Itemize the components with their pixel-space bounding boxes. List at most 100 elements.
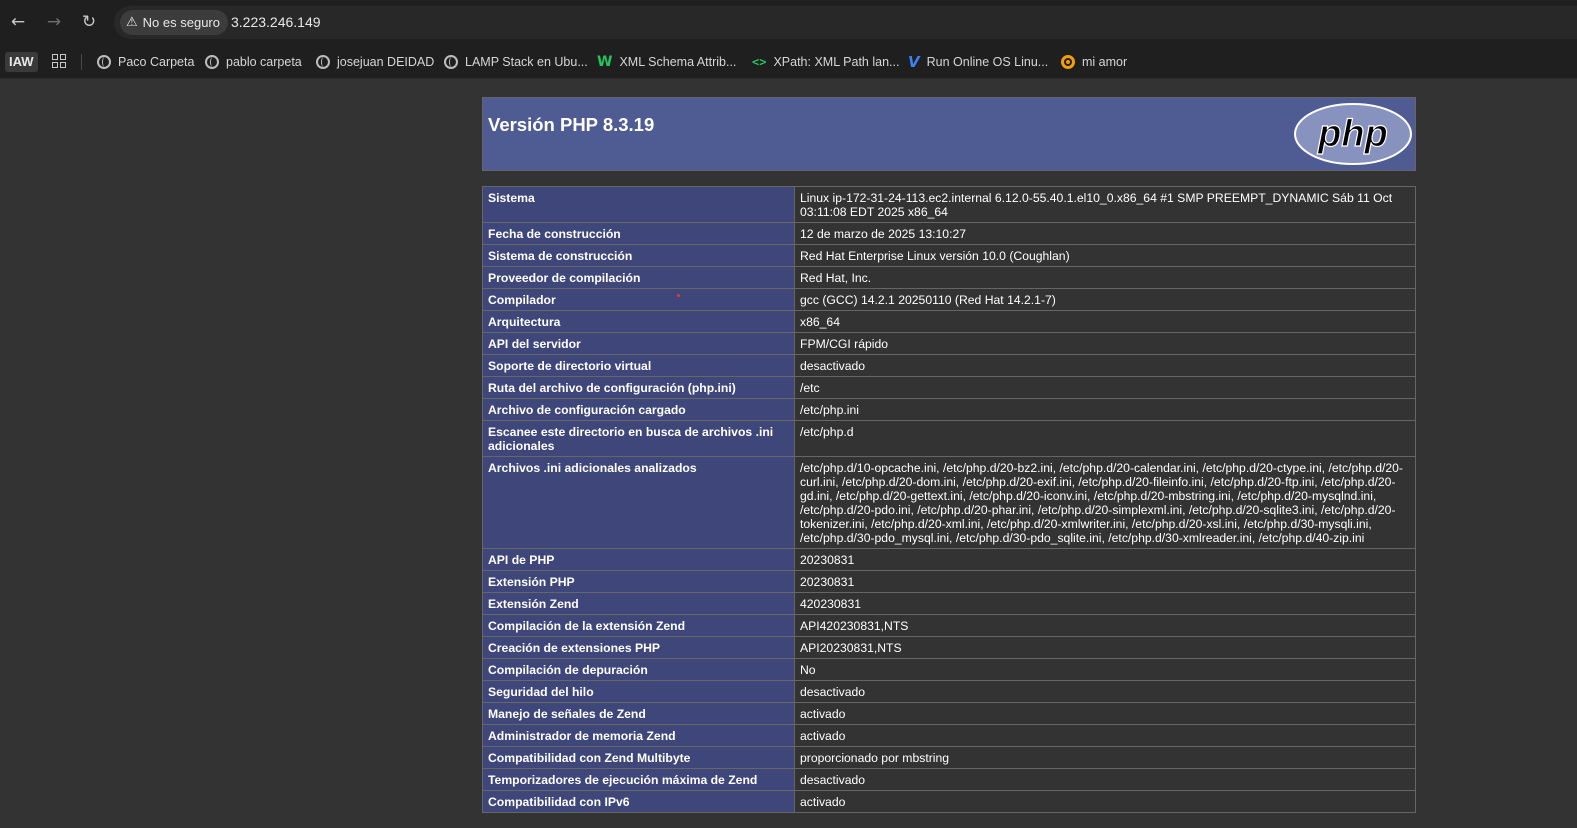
row-key: API del servidor (482, 332, 795, 355)
address-bar[interactable]: ⚠ No es seguro 3.223.246.149 (114, 6, 1577, 39)
row-value: activado (794, 724, 1416, 747)
phpinfo-table: Sistema Linux ip-172-31-24-113.ec2.intern… (482, 186, 1416, 813)
bookmark-item[interactable]: W XML Schema Attrib... (597, 52, 736, 71)
bookmark-label: Paco Carpeta (118, 54, 195, 69)
table-row: Creación de extensiones PHP API20230831,N… (482, 636, 1416, 659)
row-key: Escanee este directorio en busca de arch… (482, 420, 795, 457)
globe-icon (205, 54, 219, 69)
bookmark-item[interactable]: V Run Online OS Linu... (908, 52, 1048, 71)
table-row: Compilación de depuración No (482, 658, 1416, 681)
php-version-header: Versión PHP 8.3.19 php (482, 97, 1416, 171)
bookmarks-bar: IAW Paco Carpeta pablo carpeta josejuan … (0, 44, 1577, 79)
table-row: Escanee este directorio en busca de arch… (482, 420, 1416, 457)
table-row: Extensión Zend 420230831 (482, 592, 1416, 615)
table-row: Sistema Linux ip-172-31-24-113.ec2.intern… (482, 186, 1416, 223)
table-row: Administrador de memoria Zend activado (482, 724, 1416, 747)
page-content: Versión PHP 8.3.19 php Sistema Linux ip-1… (0, 80, 1577, 828)
ring-icon (1061, 54, 1075, 69)
row-value: /etc/php.d (794, 420, 1416, 457)
row-value: desactivado (794, 768, 1416, 791)
security-label: No es seguro (142, 15, 220, 30)
bookmark-item[interactable]: LAMP Stack en Ubu... (444, 52, 588, 71)
table-row: Compatibilidad con Zend Multibyte proporc… (482, 746, 1416, 769)
row-value: gcc (GCC) 14.2.1 20250110 (Red Hat 14.2.… (794, 288, 1416, 311)
row-key: Compilación de depuración (482, 658, 795, 681)
row-value: Red Hat Enterprise Linux versión 10.0 (C… (794, 244, 1416, 267)
row-value: activado (794, 790, 1416, 813)
row-value: FPM/CGI rápido (794, 332, 1416, 355)
page-title: Versión PHP 8.3.19 (488, 114, 655, 135)
table-row: API del servidor FPM/CGI rápido (482, 332, 1416, 355)
bookmark-folder-iaw[interactable]: IAW (5, 52, 38, 72)
row-key: Extensión Zend (482, 592, 795, 615)
row-value: activado (794, 702, 1416, 725)
browser-toolbar: ← → ↻ ⚠ No es seguro 3.223.246.149 (0, 0, 1577, 44)
v-logo-icon: V (908, 52, 920, 71)
globe-icon (444, 54, 458, 69)
table-row: Proveedor de compilación Red Hat, Inc. (482, 266, 1416, 289)
table-row: Extensión PHP 20230831 (482, 570, 1416, 593)
row-key: Archivo de configuración cargado (482, 398, 795, 421)
table-row: Sistema de construcción Red Hat Enterpris… (482, 244, 1416, 267)
row-value: API20230831,NTS (794, 636, 1416, 659)
row-key: Temporizadores de ejecución máxima de Ze… (482, 768, 795, 791)
table-row: Compilador gcc (GCC) 14.2.1 20250110 (Red… (482, 288, 1416, 311)
row-value: /etc (794, 376, 1416, 399)
row-key: Seguridad del hilo (482, 680, 795, 703)
warning-triangle-icon: ⚠ (126, 15, 138, 30)
row-key: Arquitectura (482, 310, 795, 333)
w3schools-icon: W (597, 53, 613, 70)
bookmark-item[interactable]: Paco Carpeta (97, 52, 194, 71)
php-logo-icon: php (1294, 103, 1412, 165)
row-value: /etc/php.ini (794, 398, 1416, 421)
table-row: Soporte de directorio virtual desactivado (482, 354, 1416, 377)
bookmark-item[interactable]: pablo carpeta (205, 52, 302, 71)
row-value: x86_64 (794, 310, 1416, 333)
table-row: Compatibilidad con IPv6 activado (482, 790, 1416, 813)
security-chip[interactable]: ⚠ No es seguro (120, 10, 228, 35)
row-key: Compatibilidad con IPv6 (482, 790, 795, 813)
row-key: Extensión PHP (482, 570, 795, 593)
bookmark-label: Run Online OS Linu... (926, 54, 1049, 69)
url-text[interactable]: 3.223.246.149 (231, 14, 321, 30)
row-value: No (794, 658, 1416, 681)
bookmark-item[interactable]: <> XPath: XML Path lan... (752, 52, 899, 71)
table-row: Ruta del archivo de configuración (php.i… (482, 376, 1416, 399)
arrow-left-icon[interactable]: ← (7, 11, 29, 33)
bookmark-label: XML Schema Attrib... (619, 54, 737, 69)
table-row: API de PHP 20230831 (482, 548, 1416, 571)
row-key: Sistema de construcción (482, 244, 795, 267)
code-icon: <> (752, 54, 767, 69)
bookmark-label: XPath: XML Path lan... (773, 54, 900, 69)
row-value: desactivado (794, 354, 1416, 377)
apps-grid-icon[interactable] (52, 54, 66, 68)
red-dot-marker (677, 294, 680, 297)
reload-icon[interactable]: ↻ (78, 11, 100, 33)
table-row: Temporizadores de ejecución máxima de Ze… (482, 768, 1416, 791)
row-key: Compilador (482, 288, 795, 311)
row-key: Manejo de señales de Zend (482, 702, 795, 725)
table-row: Compilación de la extensión Zend API42023… (482, 614, 1416, 637)
table-row: Archivo de configuración cargado/etc/php… (482, 398, 1416, 421)
row-value: /etc/php.d/10-opcache.ini, /etc/php.d/20… (794, 456, 1416, 549)
table-row: Fecha de construcción 12 de marzo de 2025… (482, 222, 1416, 245)
row-value: API420230831,NTS (794, 614, 1416, 637)
row-key: Fecha de construcción (482, 222, 795, 245)
arrow-right-icon[interactable]: → (43, 11, 65, 33)
row-value: 12 de marzo de 2025 13:10:27 (794, 222, 1416, 245)
table-row: Manejo de señales de Zend activado (482, 702, 1416, 725)
row-value: 20230831 (794, 570, 1416, 593)
row-value: Red Hat, Inc. (794, 266, 1416, 289)
php-logo-text: php (1317, 113, 1388, 155)
globe-icon (316, 54, 330, 69)
row-key: Compilación de la extensión Zend (482, 614, 795, 637)
bookmark-item[interactable]: josejuan DEIDAD (316, 52, 434, 71)
bookmark-label: mi amor (1082, 54, 1128, 69)
row-key: Proveedor de compilación (482, 266, 795, 289)
bookmark-label: LAMP Stack en Ubu... (465, 54, 588, 69)
table-row: Archivos .ini adicionales analizados/etc… (482, 456, 1416, 549)
row-value: Linux ip-172-31-24-113.ec2.internal 6.12… (794, 186, 1416, 223)
table-row: Seguridad del hilo desactivado (482, 680, 1416, 703)
bookmark-item[interactable]: mi amor (1061, 52, 1127, 71)
row-value: proporcionado por mbstring (794, 746, 1416, 769)
